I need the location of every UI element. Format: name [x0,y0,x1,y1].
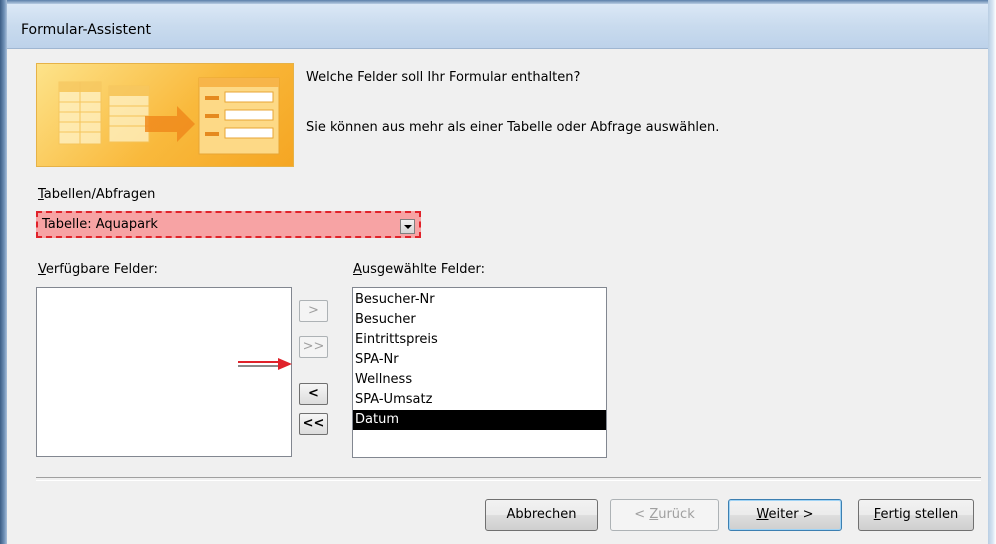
remove-field-button[interactable]: < [299,383,328,405]
list-item[interactable]: Besucher-Nr [353,290,606,310]
hint-arrow-icon [238,358,292,370]
back-button-accel: Z [649,507,659,522]
available-label-accel: V [38,262,46,277]
window-title: Formular-Assistent [21,22,152,38]
list-item[interactable]: SPA-Nr [353,350,606,370]
selected-label-text: usgewählte Felder: [361,262,485,277]
list-item[interactable]: SPA-Umsatz [353,390,606,410]
back-button-label: urück [658,507,695,522]
finish-button[interactable]: Fertig stellen [858,499,974,531]
next-button-accel: W [756,507,769,522]
tables-combobox-value: Tabelle: Aquapark [42,217,158,232]
list-item[interactable]: Eintrittspreis [353,330,606,350]
selected-fields-list[interactable]: Besucher-Nr Besucher Eintrittspreis SPA-Nr W… [352,287,607,458]
window-frame-left [0,0,7,544]
back-button-prefix: < [634,507,650,522]
wizard-info: Sie können aus mehr als einer Tabelle od… [306,120,720,135]
selected-fields-label: Ausgewählte Felder: [353,262,485,277]
tables-label-text: abellen/Abfragen [43,187,156,202]
wizard-question: Welche Felder soll Ihr Formular enthalte… [306,70,581,85]
chevron-down-icon[interactable] [400,219,415,234]
next-button[interactable]: Weiter > [728,499,842,531]
list-item[interactable]: Datum [353,410,606,430]
selected-label-accel: A [353,262,362,277]
available-label-text: erfügbare Felder: [45,262,158,277]
back-button[interactable]: < Zurück [610,499,719,531]
tables-queries-label: Tabellen/Abfragen [38,187,155,202]
available-fields-label: Verfügbare Felder: [38,262,158,277]
list-item[interactable]: Besucher [353,310,606,330]
remove-all-fields-button[interactable]: << [299,413,328,435]
add-all-fields-button[interactable]: >> [299,336,328,358]
finish-button-label: ertig stellen [880,507,959,522]
available-fields-list[interactable] [36,287,292,457]
tables-queries-combobox[interactable]: Tabelle: Aquapark [36,211,421,238]
footer-separator [36,477,981,481]
finish-button-accel: F [873,507,881,522]
list-item[interactable]: Wellness [353,370,606,390]
window-frame-right [988,0,996,544]
form-wizard-graphic [58,77,280,155]
cancel-button[interactable]: Abbrechen [485,499,598,531]
next-button-label: eiter > [768,507,814,522]
title-bar[interactable]: Formular-Assistent [7,4,988,49]
wizard-illustration [36,63,294,167]
add-field-button[interactable]: > [299,300,328,322]
